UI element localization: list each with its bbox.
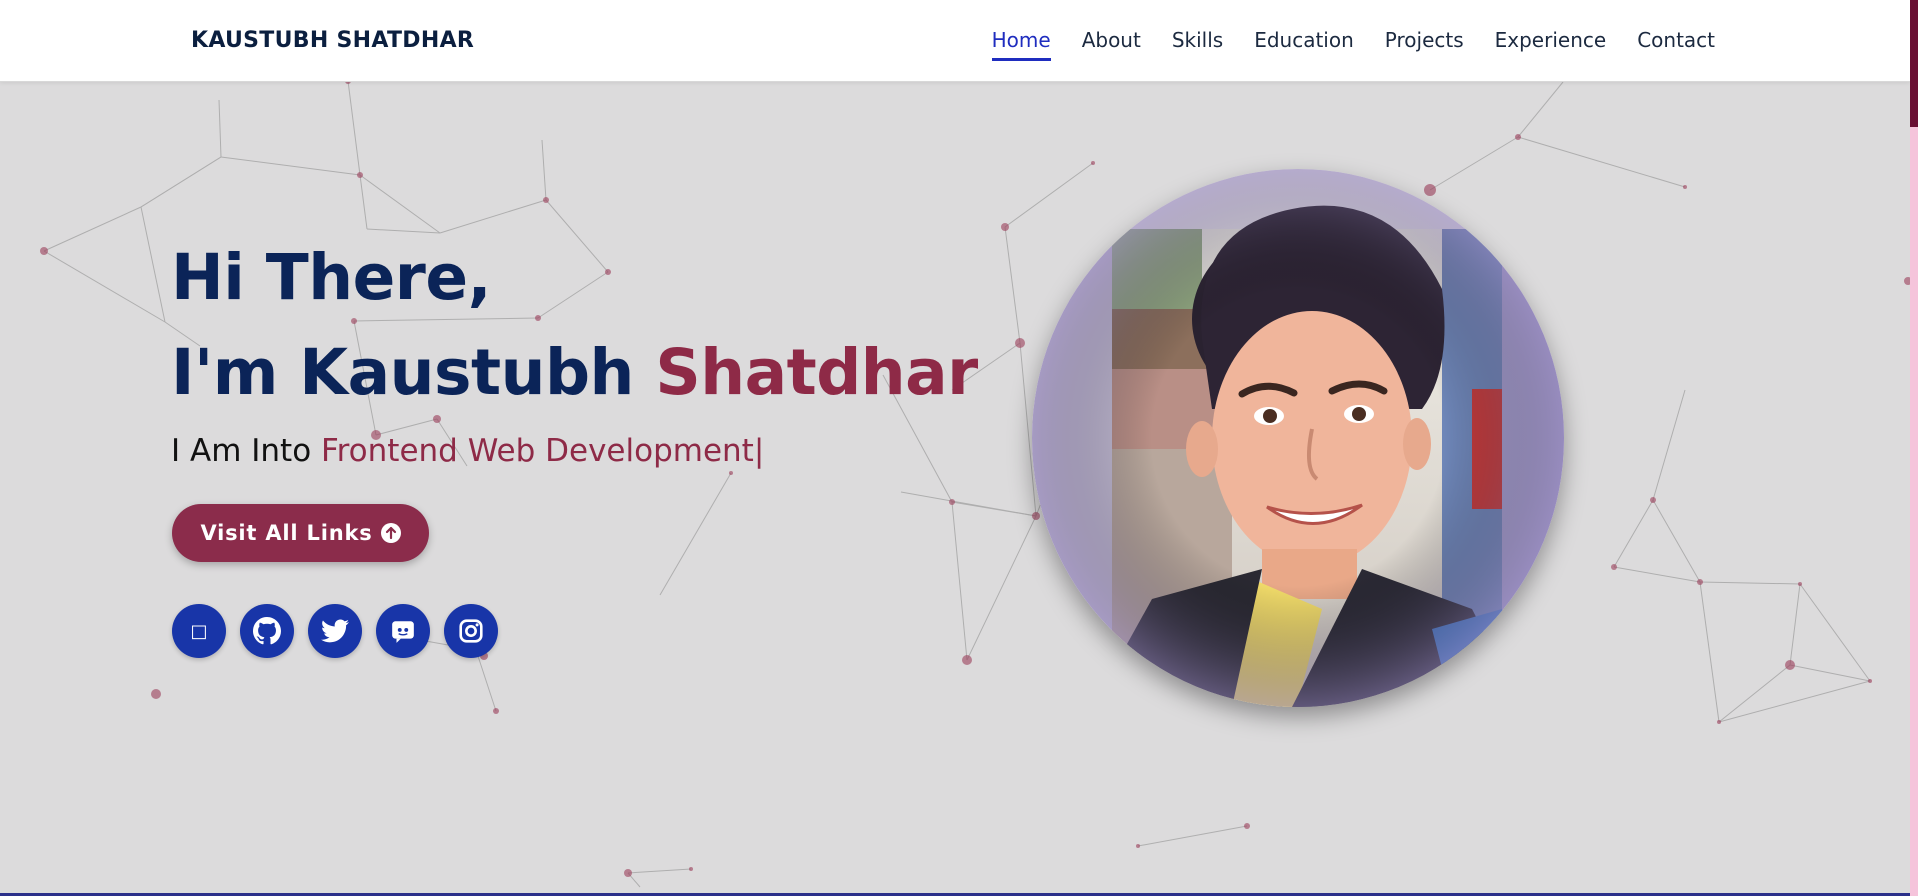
- nav-about[interactable]: About: [1082, 28, 1141, 61]
- instagram-icon: [459, 619, 483, 643]
- tagline-typed-text: Frontend Web Development: [321, 433, 754, 469]
- typing-cursor: |: [753, 433, 765, 469]
- nav-education[interactable]: Education: [1254, 28, 1354, 61]
- visit-all-links-button[interactable]: Visit All Links: [172, 504, 429, 562]
- twitter-button[interactable]: [308, 604, 362, 658]
- page-scrollbar[interactable]: [1910, 0, 1918, 896]
- hero-greeting: Hi There,: [171, 241, 492, 314]
- github-button[interactable]: [240, 604, 294, 658]
- hero-name-accent: Shatdhar: [655, 336, 978, 409]
- hero-name-heading: I'm Kaustubh Shatdhar: [171, 336, 978, 409]
- profile-photo: [1032, 169, 1564, 707]
- instagram-button[interactable]: [444, 604, 498, 658]
- site-header: KAUSTUBH SHATDHAR Home About Skills Educ…: [0, 0, 1910, 82]
- hero-name-prefix: I'm Kaustubh: [171, 336, 656, 409]
- visit-all-links-label: Visit All Links: [200, 521, 373, 545]
- nav-skills[interactable]: Skills: [1172, 28, 1223, 61]
- twitter-icon: [321, 619, 349, 643]
- hero-section: Hi There, I'm Kaustubh Shatdhar I Am Int…: [0, 0, 1910, 896]
- linkedin-icon: □: [190, 620, 208, 642]
- nav-contact[interactable]: Contact: [1637, 28, 1715, 61]
- brand-logo-text[interactable]: KAUSTUBH SHATDHAR: [191, 28, 474, 53]
- linkedin-button[interactable]: □: [172, 604, 226, 658]
- scrollbar-thumb[interactable]: [1910, 0, 1918, 127]
- github-icon: [253, 617, 281, 645]
- nav-home[interactable]: Home: [991, 28, 1051, 61]
- main-nav: Home About Skills Education Projects Exp…: [991, 28, 1715, 61]
- social-links: □: [172, 604, 498, 658]
- hero-tagline: I Am Into Frontend Web Development|: [171, 433, 764, 469]
- tagline-prefix: I Am Into: [171, 433, 322, 469]
- discord-icon: [392, 621, 414, 643]
- discord-button[interactable]: [376, 604, 430, 658]
- nav-projects[interactable]: Projects: [1385, 28, 1464, 61]
- nav-experience[interactable]: Experience: [1495, 28, 1607, 61]
- arrow-up-circle-icon: [380, 523, 401, 543]
